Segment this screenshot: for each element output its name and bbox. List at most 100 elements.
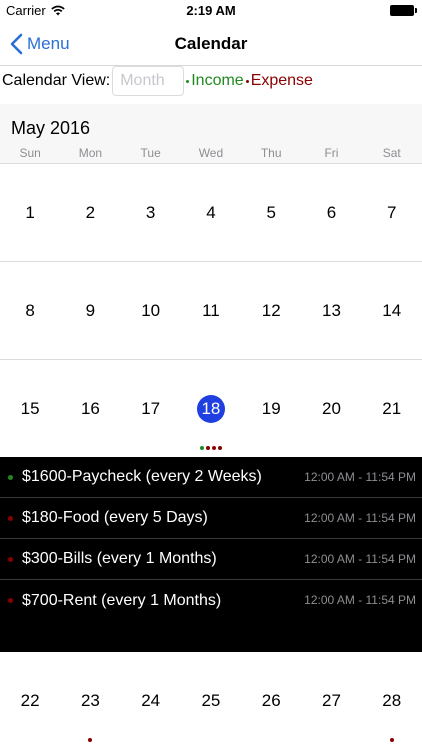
calendar-day[interactable]: 15 xyxy=(0,360,60,458)
expense-dot-icon xyxy=(389,738,394,742)
weekday-label: Thu xyxy=(260,146,282,160)
status-bar: Carrier 2:19 AM xyxy=(0,0,422,22)
weekday-label: Mon xyxy=(78,146,103,160)
day-number: 6 xyxy=(326,203,337,222)
event-row[interactable]: $300-Bills (every 1 Months) 12:00 AM - 1… xyxy=(0,539,422,580)
day-number: 22 xyxy=(20,691,40,710)
calendar-day[interactable]: 13 xyxy=(301,262,361,360)
event-dots xyxy=(362,738,422,742)
day-number: 26 xyxy=(261,691,281,710)
income-dot-icon xyxy=(8,474,13,480)
calendar-day[interactable]: 10 xyxy=(121,262,181,360)
month-title: May 2016 xyxy=(11,118,91,138)
event-title: $1600-Paycheck (every 2 Weeks) xyxy=(22,468,262,485)
event-time: 12:00 AM - 11:54 PM xyxy=(304,470,416,484)
day-number: 14 xyxy=(382,301,402,320)
weekday-label: Fri xyxy=(324,146,339,160)
day-number: 17 xyxy=(141,399,161,418)
legend-expense-label: Expense xyxy=(250,72,313,89)
expense-dot-icon xyxy=(205,446,210,450)
weekday-row: Sun Mon Tue Wed Thu Fri Sat xyxy=(0,146,422,160)
expense-dot-icon xyxy=(8,598,13,603)
day-number: 23 xyxy=(80,691,100,710)
calendar-day[interactable]: 21 xyxy=(362,360,422,458)
day-number: 12 xyxy=(261,301,281,320)
day-number: 20 xyxy=(322,399,341,418)
calendar-week: 1 2 3 4 5 6 7 xyxy=(0,164,422,262)
calendar-day[interactable]: 20 xyxy=(301,360,361,458)
expense-dot-icon xyxy=(217,446,222,450)
income-dot-icon xyxy=(199,446,204,450)
event-dots xyxy=(181,446,241,450)
calendar-day[interactable]: 26 xyxy=(241,652,301,750)
calendar-day[interactable]: 12 xyxy=(241,262,301,360)
calendar-day[interactable]: 5 xyxy=(241,164,301,262)
calendar-day[interactable]: 25 xyxy=(181,652,241,750)
calendar-day[interactable]: 17 xyxy=(121,360,181,458)
back-button-label: Menu xyxy=(27,34,70,53)
event-title: $300-Bills (every 1 Months) xyxy=(22,550,217,567)
legend-income: Income xyxy=(184,72,244,90)
day-number: 8 xyxy=(25,301,35,320)
day-number: 24 xyxy=(141,691,161,710)
event-row[interactable]: $1600-Paycheck (every 2 Weeks) 12:00 AM … xyxy=(0,457,422,498)
day-number: 7 xyxy=(386,203,397,222)
event-title: $700-Rent (every 1 Months) xyxy=(22,591,222,609)
day-number: 28 xyxy=(382,691,402,710)
calendar-day[interactable]: 24 xyxy=(121,652,181,750)
day-number: 11 xyxy=(202,301,220,320)
calendar-day[interactable]: 27 xyxy=(301,652,361,750)
event-row[interactable]: $180-Food (every 5 Days) 12:00 AM - 11:5… xyxy=(0,498,422,539)
navigation-bar: Menu Calendar xyxy=(0,22,422,66)
day-number: 13 xyxy=(322,301,341,320)
calendar-day[interactable]: 23 xyxy=(60,652,120,750)
status-time: 2:19 AM xyxy=(186,3,236,18)
calendar-header: May 2016 Sun Mon Tue Wed Thu Fri Sat xyxy=(0,104,422,164)
day-number: 21 xyxy=(382,399,402,418)
day-number: 25 xyxy=(201,691,221,710)
expense-dot-icon xyxy=(88,738,93,742)
day-number: 5 xyxy=(266,203,276,222)
calendar-day[interactable]: 4 xyxy=(181,164,241,262)
calendar-day[interactable]: 16 xyxy=(60,360,120,458)
calendar-day[interactable]: 8 xyxy=(0,262,60,360)
calendar-view-row: Calendar View: Income Expense xyxy=(0,66,422,96)
calendar-day[interactable]: 2 xyxy=(60,164,120,262)
day-number: 18 xyxy=(196,395,225,423)
calendar-day[interactable]: 1 xyxy=(0,164,60,262)
legend-income-label: Income xyxy=(191,72,244,89)
calendar-week: 8 9 10 11 12 13 14 xyxy=(0,262,422,360)
calendar-day[interactable]: 7 xyxy=(362,164,422,262)
day-number: 16 xyxy=(80,399,100,418)
day-number: 3 xyxy=(145,203,156,222)
calendar-day-selected[interactable]: 18 xyxy=(181,360,241,458)
calendar-day[interactable]: 9 xyxy=(60,262,120,360)
chevron-left-icon xyxy=(10,33,23,55)
back-button[interactable]: Menu xyxy=(10,22,70,66)
calendar-day[interactable]: 19 xyxy=(241,360,301,458)
expense-dot-icon xyxy=(8,556,13,562)
calendar-day[interactable]: 28 xyxy=(362,652,422,750)
calendar-day[interactable]: 22 xyxy=(0,652,60,750)
events-list: $1600-Paycheck (every 2 Weeks) 12:00 AM … xyxy=(0,457,422,652)
calendar-day[interactable]: 3 xyxy=(121,164,181,262)
calendar-day[interactable]: 11 xyxy=(181,262,241,360)
event-row[interactable]: $700-Rent (every 1 Months) 12:00 AM - 11… xyxy=(0,580,422,621)
calendar-day[interactable]: 6 xyxy=(301,164,361,262)
weekday-label: Tue xyxy=(140,146,161,160)
calendar-view-input[interactable] xyxy=(112,66,185,96)
expense-dot-icon xyxy=(245,79,249,83)
day-number: 2 xyxy=(85,203,96,222)
day-number: 1 xyxy=(25,203,35,222)
legend-expense: Expense xyxy=(244,72,313,90)
event-dots xyxy=(60,738,120,742)
calendar-day[interactable]: 14 xyxy=(362,262,422,360)
day-number: 4 xyxy=(206,203,216,222)
day-number: 10 xyxy=(141,301,161,320)
expense-dot-icon xyxy=(211,446,216,450)
calendar-week: 15 16 17 18 19 20 21 xyxy=(0,360,422,458)
calendar-week: 22 23 24 25 26 27 28 xyxy=(0,652,422,750)
event-time: 12:00 AM - 11:54 PM xyxy=(304,552,416,566)
event-time: 12:00 AM - 11:54 PM xyxy=(304,593,416,607)
event-time: 12:00 AM - 11:54 PM xyxy=(304,511,416,525)
